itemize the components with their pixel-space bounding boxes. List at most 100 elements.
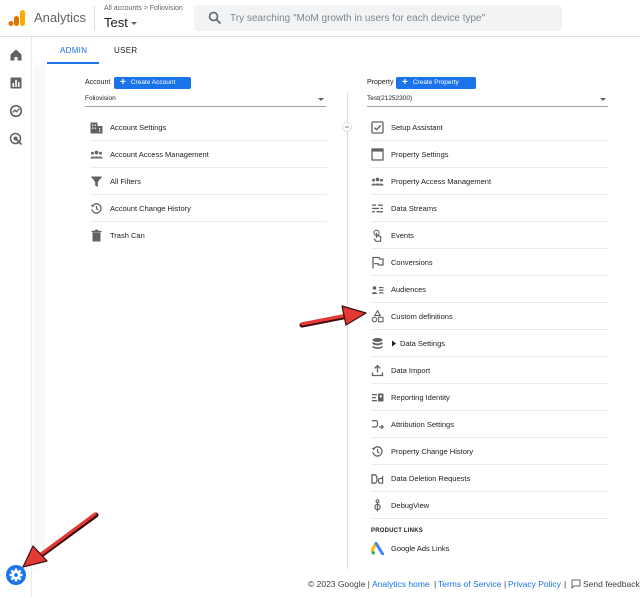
menu-item-label: DebugView — [391, 501, 430, 510]
menu-item-data-deletion-requests[interactable]: Data Deletion Requests — [371, 465, 608, 492]
menu-item-label: Data Settings — [400, 339, 446, 348]
menu-item-all-filters[interactable]: All Filters — [90, 168, 327, 195]
shapes-icon — [371, 310, 384, 323]
menu-item-setup-assistant[interactable]: Setup Assistant — [371, 114, 608, 141]
tab-admin[interactable]: ADMIN — [60, 46, 87, 55]
trash-icon — [91, 229, 102, 242]
menu-item-label: Conversions — [391, 258, 433, 267]
app-name: Analytics — [34, 10, 87, 25]
property-heading: Property — [367, 79, 394, 86]
menu-item-data-streams[interactable]: Data Streams — [371, 195, 608, 222]
plus-icon: + — [402, 77, 408, 88]
property-selected-value: Test(21252300) — [367, 95, 413, 102]
footer-separator: | — [434, 579, 437, 589]
menu-item-data-import[interactable]: Data Import — [371, 357, 608, 384]
flag-icon — [372, 256, 384, 269]
menu-item-label: Reporting Identity — [391, 393, 450, 402]
breadcrumb[interactable]: All accounts > Foliovision — [104, 5, 183, 12]
product-links-heading: PRODUCT LINKS — [371, 528, 423, 534]
touch-icon — [373, 229, 382, 242]
footer-copyright: © 2023 Google | — [308, 579, 370, 589]
menu-item-label: Attribution Settings — [391, 420, 454, 429]
menu-item-data-settings[interactable]: Data Settings — [371, 330, 608, 357]
history-icon — [90, 203, 102, 214]
property-selector[interactable]: Test(21252300) — [367, 93, 608, 107]
property-picker[interactable]: Test — [104, 15, 137, 30]
menu-item-property-settings[interactable]: Property Settings — [371, 141, 608, 168]
building-icon — [90, 122, 103, 134]
menu-item-trash-can[interactable]: Trash Can — [90, 222, 327, 249]
streams-icon — [372, 204, 383, 213]
send-feedback-link[interactable]: Send feedback — [583, 579, 640, 589]
create-property-label: Create Property — [412, 79, 459, 86]
menu-item-attribution-settings[interactable]: Attribution Settings — [371, 411, 608, 438]
chevron-right-icon — [392, 340, 396, 347]
search-icon — [208, 11, 222, 25]
breadcrumb-property[interactable]: Foliovision — [150, 5, 183, 12]
plus-icon: + — [120, 77, 126, 88]
attribution-icon — [372, 420, 384, 430]
active-tab-indicator — [47, 62, 99, 64]
menu-item-label: Data Import — [391, 366, 431, 375]
menu-item-label: Trash Can — [110, 231, 145, 240]
menu-item-custom-definitions[interactable]: Custom definitions — [371, 303, 608, 330]
create-account-button[interactable]: + Create Account — [114, 77, 191, 89]
menu-item-label: Account Settings — [110, 123, 167, 132]
tab-user[interactable]: USER — [114, 46, 137, 55]
menu-item-label: Events — [391, 231, 414, 240]
advertising-icon[interactable] — [9, 132, 23, 146]
history-icon — [371, 446, 383, 457]
menu-item-conversions[interactable]: Conversions — [371, 249, 608, 276]
breadcrumb-accounts[interactable]: All accounts — [104, 5, 142, 12]
menu-item-audiences[interactable]: Audiences — [371, 276, 608, 303]
account-heading: Account — [85, 79, 111, 86]
menu-item-events[interactable]: Events — [371, 222, 608, 249]
menu-item-label: All Filters — [110, 177, 141, 186]
menu-item-label: Setup Assistant — [391, 123, 443, 132]
annotation-arrow-custom-definitions — [299, 305, 367, 328]
analytics-logo-icon[interactable] — [8, 9, 26, 27]
menu-item-account-change-history[interactable]: Account Change History — [90, 195, 327, 222]
menu-item-label: Property Change History — [391, 447, 474, 456]
footer-separator: | — [564, 579, 567, 589]
window-icon — [371, 148, 384, 161]
chevron-down-icon — [600, 98, 606, 101]
menu-item-label: Property Settings — [391, 150, 449, 159]
chevron-down-icon — [130, 22, 137, 26]
terms-of-service-link[interactable]: Terms of Service — [438, 579, 501, 589]
create-account-label: Create Account — [130, 79, 176, 86]
menu-item-google-ads-links[interactable]: Google Ads Links — [371, 535, 608, 562]
footer-separator: | — [504, 579, 507, 589]
database-icon — [372, 338, 383, 349]
menu-item-account-settings[interactable]: Account Settings — [90, 114, 327, 141]
menu-item-label: Custom definitions — [391, 312, 453, 321]
debug-icon — [374, 499, 381, 512]
explore-icon[interactable] — [9, 104, 23, 118]
admin-tabs: ADMIN USER — [33, 37, 640, 65]
analytics-home-link[interactable]: Analytics home — [372, 579, 430, 589]
menu-item-label: Data Deletion Requests — [391, 474, 471, 483]
search-input[interactable] — [230, 10, 550, 26]
annotation-arrow-admin-gear — [22, 512, 99, 568]
collapse-icon — [345, 126, 349, 128]
menu-item-property-change-history[interactable]: Property Change History — [371, 438, 608, 465]
property-title: Test — [104, 15, 128, 30]
collapse-toggle[interactable] — [342, 122, 352, 132]
home-icon[interactable] — [9, 48, 23, 62]
create-property-button[interactable]: + Create Property — [396, 77, 476, 89]
reports-icon[interactable] — [9, 76, 23, 90]
menu-item-property-access[interactable]: Property Access Management — [371, 168, 608, 195]
privacy-policy-link[interactable]: Privacy Policy — [508, 579, 561, 589]
checkbox-icon — [371, 121, 384, 134]
menu-item-account-access[interactable]: Account Access Management — [90, 141, 327, 168]
menu-item-reporting-identity[interactable]: Reporting Identity — [371, 384, 608, 411]
top-bar: Analytics All accounts > Foliovision Tes… — [0, 0, 640, 37]
account-selector[interactable]: Foliovision — [85, 93, 326, 107]
chevron-down-icon — [318, 98, 324, 101]
header-divider — [94, 6, 95, 30]
menu-item-label: Data Streams — [391, 204, 437, 213]
search-bar[interactable] — [194, 5, 562, 31]
filter-icon — [90, 176, 103, 187]
menu-item-debugview[interactable]: DebugView — [371, 492, 608, 519]
footer: © 2023 Google | Analytics home | Terms o… — [33, 569, 640, 597]
